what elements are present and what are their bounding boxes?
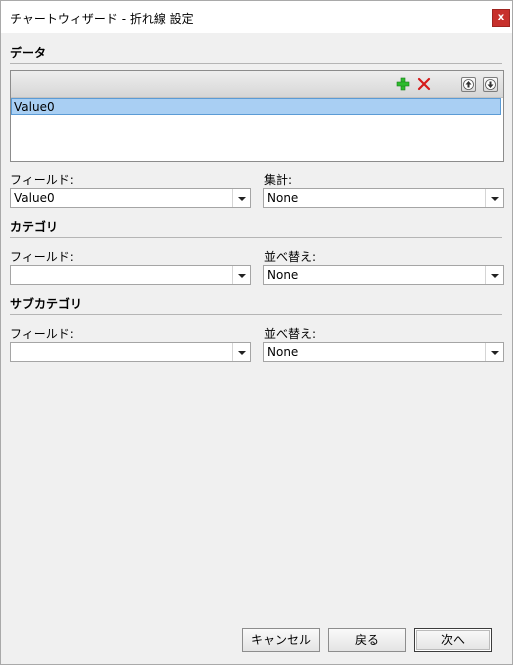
subcategory-sort-select[interactable]: None: [263, 342, 504, 362]
category-section-title: カテゴリ: [10, 220, 59, 234]
data-series-list[interactable]: Value0: [10, 70, 504, 162]
aggregate-label: 集計:: [264, 173, 293, 187]
list-item[interactable]: Value0: [11, 98, 501, 115]
move-down-button[interactable]: [483, 77, 498, 92]
cancel-button[interactable]: キャンセル: [242, 628, 320, 652]
chevron-down-icon[interactable]: [232, 189, 250, 207]
close-button[interactable]: x: [492, 9, 510, 27]
chevron-down-icon[interactable]: [485, 343, 503, 361]
category-sort-select[interactable]: None: [263, 265, 504, 285]
move-down-icon: [485, 79, 496, 90]
aggregate-select[interactable]: None: [263, 188, 504, 208]
category-sort-label: 並べ替え:: [264, 250, 317, 264]
back-button[interactable]: 戻る: [328, 628, 406, 652]
chevron-down-icon[interactable]: [485, 189, 503, 207]
data-section-title: データ: [10, 46, 47, 60]
aggregate-value: None: [267, 191, 299, 205]
subcategory-section-title: サブカテゴリ: [10, 297, 83, 311]
data-field-label: フィールド:: [10, 173, 74, 187]
data-field-select[interactable]: Value0: [10, 188, 251, 208]
window-title: チャートウィザード - 折れ線 設定: [10, 12, 194, 26]
data-field-value: Value0: [14, 191, 55, 205]
add-icon[interactable]: [396, 77, 410, 91]
category-section-divider: [10, 237, 502, 238]
delete-icon[interactable]: [417, 77, 431, 91]
subcategory-sort-label: 並べ替え:: [264, 327, 317, 341]
title-bar: チャートウィザード - 折れ線 設定 x: [1, 1, 512, 33]
category-field-label: フィールド:: [10, 250, 74, 264]
subcategory-section-divider: [10, 314, 502, 315]
data-section-divider: [10, 63, 502, 64]
subcategory-sort-value: None: [267, 345, 299, 359]
chevron-down-icon[interactable]: [485, 266, 503, 284]
subcategory-field-select[interactable]: [10, 342, 251, 362]
next-button[interactable]: 次へ: [414, 628, 492, 652]
chevron-down-icon[interactable]: [232, 343, 250, 361]
chevron-down-icon[interactable]: [232, 266, 250, 284]
list-toolbar: [11, 71, 503, 98]
chart-wizard-dialog: チャートウィザード - 折れ線 設定 x データ Value0 フィールド: 集…: [0, 0, 513, 665]
move-up-icon: [463, 79, 474, 90]
move-up-button[interactable]: [461, 77, 476, 92]
category-field-select[interactable]: [10, 265, 251, 285]
subcategory-field-label: フィールド:: [10, 327, 74, 341]
category-sort-value: None: [267, 268, 299, 282]
